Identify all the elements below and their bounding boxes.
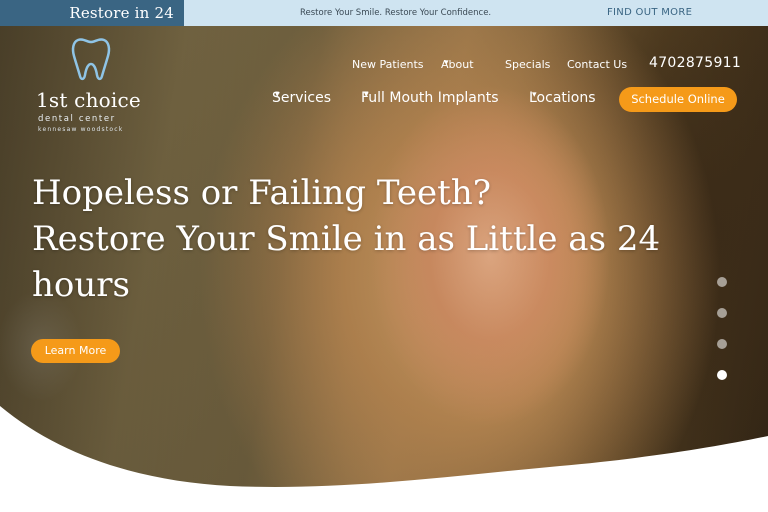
slider-dot-2[interactable] — [717, 308, 727, 318]
chevron-down-icon: ▾ — [275, 90, 280, 100]
promo-bar: Restore in 24 Restore Your Smile. Restor… — [0, 0, 768, 26]
nav-services-label: Services — [272, 90, 332, 106]
find-out-more-link[interactable]: FIND OUT MORE — [607, 0, 692, 26]
promo-badge[interactable]: Restore in 24 — [0, 0, 184, 26]
brand-subtitle: dental center — [38, 114, 116, 124]
slider-dot-4[interactable] — [717, 370, 727, 380]
brand-locations: kennesaw woodstock — [38, 126, 124, 133]
tooth-icon — [71, 38, 111, 81]
slider-dot-1[interactable] — [717, 277, 727, 287]
nav-specials-label: Specials — [505, 58, 551, 71]
brand-name: 1st choice — [36, 88, 141, 112]
chevron-down-icon: ▾ — [532, 90, 537, 100]
phone-number-link[interactable]: 4702875911 — [649, 55, 741, 71]
nav-full-mouth-implants-label: Full Mouth Implants — [361, 90, 499, 106]
hero-wave-divider — [0, 406, 768, 512]
schedule-online-button[interactable]: Schedule Online — [619, 87, 737, 112]
promo-tagline: Restore Your Smile. Restore Your Confide… — [300, 8, 492, 18]
nav-locations-label: Locations — [529, 90, 596, 106]
nav-new-patients-label: New Patients — [352, 58, 424, 71]
hero-headline-line2: Restore Your Smile in as Little as 24 ho… — [32, 219, 661, 305]
hero-headline-line1: Hopeless or Failing Teeth? — [32, 173, 491, 213]
chevron-down-icon: ▾ — [444, 58, 449, 68]
learn-more-button[interactable]: Learn More — [31, 339, 120, 363]
slider-dot-3[interactable] — [717, 339, 727, 349]
nav-contact-us-label: Contact Us — [567, 58, 628, 71]
hero-headline: Hopeless or Failing Teeth? Restore Your … — [32, 170, 692, 308]
chevron-down-icon: ▾ — [364, 90, 369, 100]
brand-logo[interactable]: 1st choice dental center kennesaw woodst… — [36, 36, 156, 136]
